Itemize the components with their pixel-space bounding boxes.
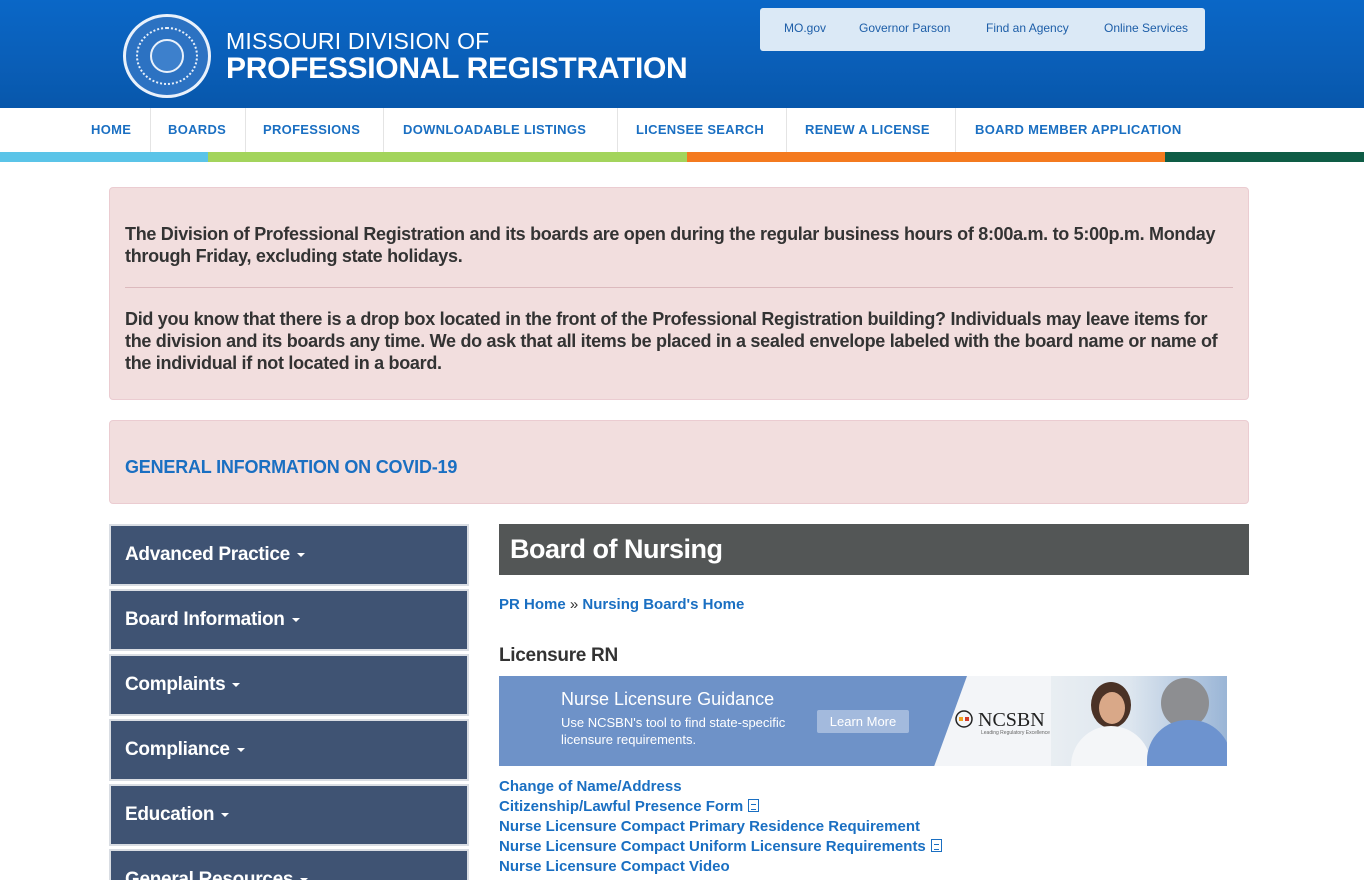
ncsbn-banner-ad[interactable]: Nurse Licensure Guidance Use NCSBN's too… — [499, 676, 1227, 766]
sidebar-item-label: General Resources — [125, 869, 294, 880]
brand-title-line1[interactable]: MISSOURI DIVISION OF — [226, 28, 489, 55]
brand-title-line2[interactable]: PROFESSIONAL REGISTRATION — [226, 52, 688, 86]
utility-nav: MO.gov Governor Parson Find an Agency On… — [760, 8, 1205, 51]
nurse-patient-photo — [1051, 676, 1227, 766]
utility-link-find-agency[interactable]: Find an Agency — [986, 21, 1069, 35]
main-nav: HOME BOARDS PROFESSIONS DOWNLOADABLE LIS… — [0, 108, 1364, 152]
state-seal-logo[interactable] — [123, 14, 211, 98]
sidebar-item-advanced-practice[interactable]: Advanced Practice — [109, 524, 469, 586]
nav-licensee-search[interactable]: LICENSEE SEARCH — [636, 122, 764, 137]
sidebar-item-board-information[interactable]: Board Information — [109, 589, 469, 651]
banner-subtitle: Use NCSBN's tool to find state-specific … — [561, 715, 786, 747]
caret-down-icon — [221, 812, 230, 817]
sidebar-item-label: Education — [125, 804, 215, 825]
breadcrumb-pr-home[interactable]: PR Home — [499, 596, 566, 613]
utility-link-governor[interactable]: Governor Parson — [859, 21, 950, 35]
link-compact-uniform-requirements[interactable]: Nurse Licensure Compact Uniform Licensur… — [499, 837, 942, 857]
notice-dropbox-text: Did you know that there is a drop box lo… — [125, 309, 1218, 373]
pdf-icon — [748, 799, 760, 812]
covid-notice: GENERAL INFORMATION ON COVID-19 — [109, 420, 1249, 504]
sidebar-item-education[interactable]: Education — [109, 784, 469, 846]
covid-info-link[interactable]: GENERAL INFORMATION ON COVID-19 — [125, 457, 457, 478]
ncsbn-logo-text: NCSBN — [978, 709, 1045, 731]
nav-divider — [955, 108, 956, 152]
link-change-name-address[interactable]: Change of Name/Address — [499, 777, 942, 797]
link-label: Nurse Licensure Compact Uniform Licensur… — [499, 838, 926, 855]
notice-divider — [125, 287, 1233, 288]
page-title-bar: Board of Nursing — [499, 524, 1249, 575]
caret-down-icon — [236, 747, 245, 752]
utility-link-online-services[interactable]: Online Services — [1104, 21, 1188, 35]
nav-divider — [617, 108, 618, 152]
caret-down-icon — [232, 682, 241, 687]
office-hours-notice: The Division of Professional Registratio… — [109, 187, 1249, 400]
photo-shape — [1147, 720, 1227, 766]
section-heading: Licensure RN — [499, 645, 618, 666]
nav-professions[interactable]: PROFESSIONS — [263, 122, 360, 137]
nav-boards[interactable]: BOARDS — [168, 122, 226, 137]
learn-more-button[interactable]: Learn More — [817, 710, 909, 733]
nav-divider — [245, 108, 246, 152]
link-citizenship-form[interactable]: Citizenship/Lawful Presence Form — [499, 797, 942, 817]
caret-down-icon — [296, 552, 305, 557]
sidebar-item-complaints[interactable]: Complaints — [109, 654, 469, 716]
link-label: Change of Name/Address — [499, 778, 682, 795]
sidebar-item-compliance[interactable]: Compliance — [109, 719, 469, 781]
link-compact-primary-residence[interactable]: Nurse Licensure Compact Primary Residenc… — [499, 817, 942, 837]
banner-title: Nurse Licensure Guidance — [561, 689, 775, 709]
link-label: Nurse Licensure Compact Primary Residenc… — [499, 818, 920, 835]
sidebar-item-label: Board Information — [125, 609, 285, 630]
breadcrumb: PR Home » Nursing Board's Home — [499, 596, 744, 613]
resource-links-list: Change of Name/Address Citizenship/Lawfu… — [499, 777, 942, 877]
ncsbn-logo-tagline: Leading Regulatory Excellence — [981, 730, 1050, 736]
sidebar-item-label: Complaints — [125, 674, 226, 695]
photo-shape — [1071, 726, 1151, 766]
caret-down-icon — [291, 617, 300, 622]
nav-renew-license[interactable]: RENEW A LICENSE — [805, 122, 930, 137]
notice-hours-text: The Division of Professional Registratio… — [125, 224, 1216, 266]
color-bar-segment — [1165, 152, 1364, 162]
sidebar-item-label: Compliance — [125, 739, 230, 760]
decorative-color-bar — [0, 152, 1364, 162]
seal-center — [150, 39, 184, 73]
nav-board-member-application[interactable]: BOARD MEMBER APPLICATION — [975, 122, 1182, 137]
nav-home[interactable]: HOME — [91, 122, 131, 137]
nav-divider — [383, 108, 384, 152]
link-compact-video[interactable]: Nurse Licensure Compact Video — [499, 857, 942, 877]
utility-link-mo-gov[interactable]: MO.gov — [784, 21, 826, 35]
link-label: Nurse Licensure Compact Video — [499, 858, 730, 875]
site-header: MISSOURI DIVISION OF PROFESSIONAL REGIST… — [0, 0, 1364, 108]
nav-downloadable-listings[interactable]: DOWNLOADABLE LISTINGS — [403, 122, 586, 137]
nav-divider — [786, 108, 787, 152]
page-title: Board of Nursing — [510, 534, 723, 564]
nav-divider — [150, 108, 151, 152]
sidebar-item-general-resources[interactable]: General Resources — [109, 849, 469, 880]
photo-shape — [1099, 692, 1125, 724]
color-bar-segment — [0, 152, 208, 162]
ncsbn-logo-icon — [955, 710, 973, 728]
pdf-icon — [930, 839, 942, 852]
breadcrumb-separator: » — [569, 596, 579, 613]
link-label: Citizenship/Lawful Presence Form — [499, 798, 744, 815]
sidebar-item-label: Advanced Practice — [125, 544, 290, 565]
color-bar-segment — [208, 152, 687, 162]
color-bar-segment — [687, 152, 1165, 162]
breadcrumb-nursing-home[interactable]: Nursing Board's Home — [582, 596, 744, 613]
